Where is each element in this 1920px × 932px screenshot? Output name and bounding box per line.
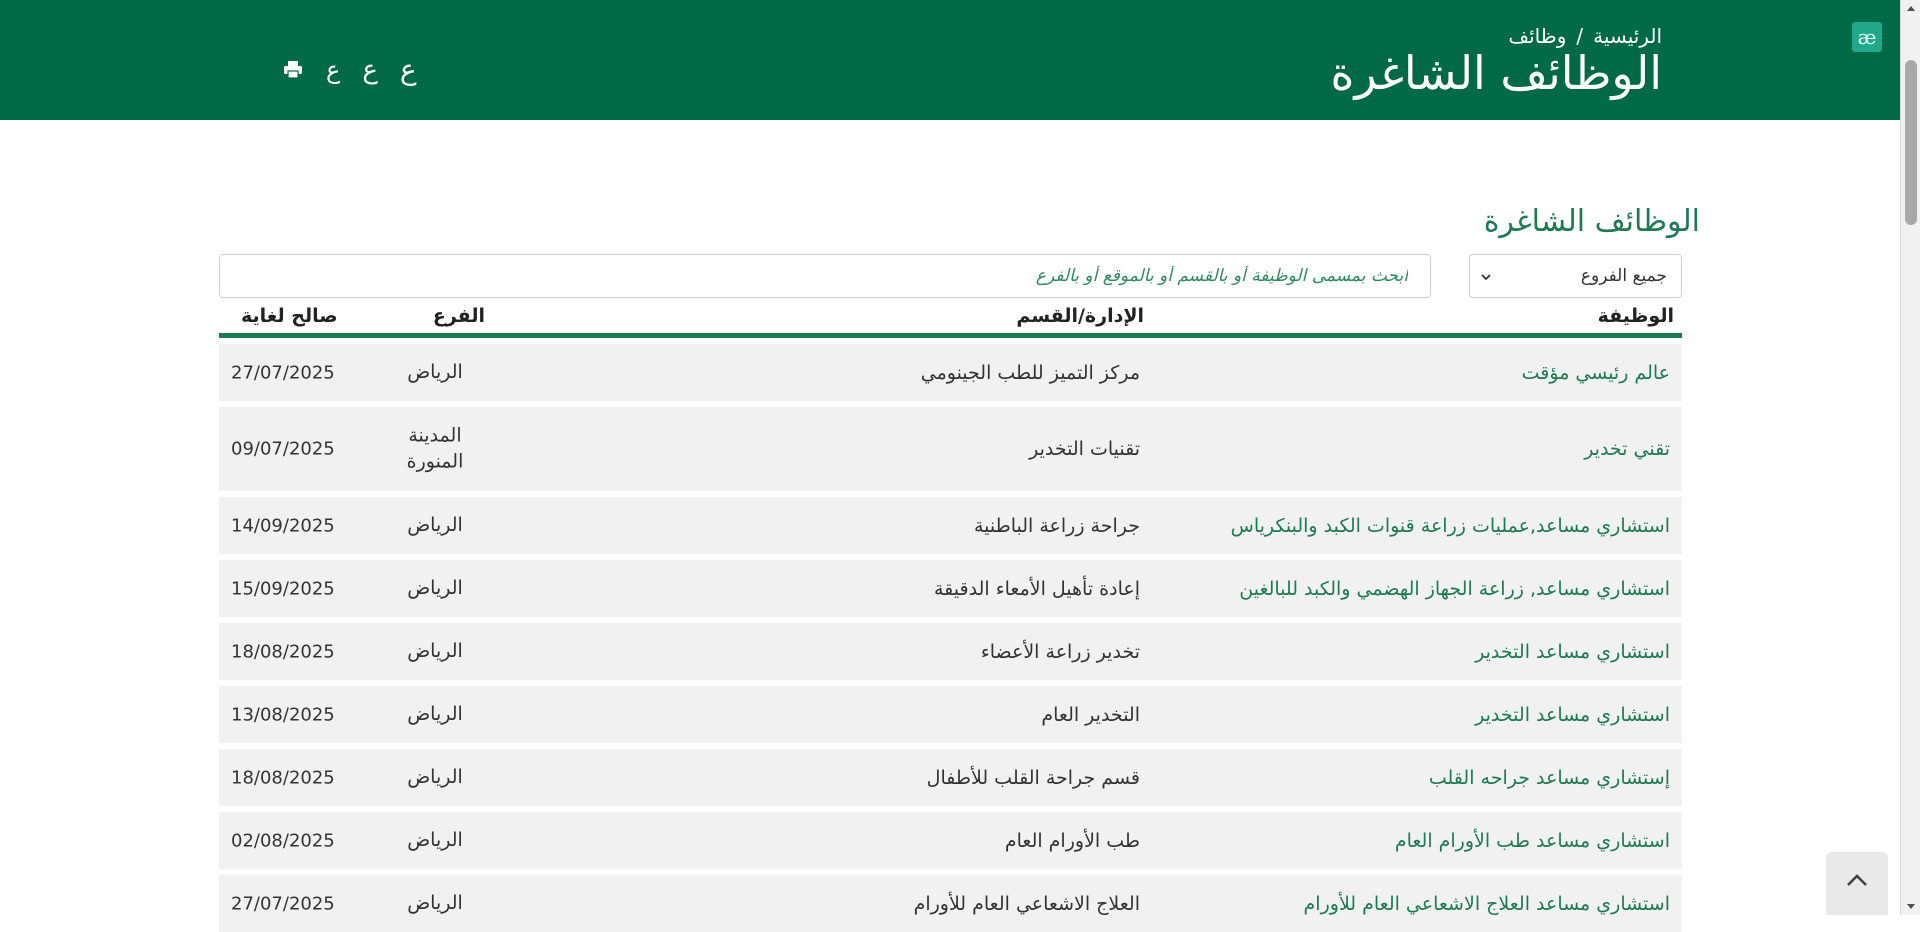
header-valid-until[interactable]: صالح لغاية xyxy=(241,305,338,327)
breadcrumb-home[interactable]: الرئيسية xyxy=(1593,24,1662,48)
table-row[interactable]: استشاري مساعد طب الأورام العام طب الأورا… xyxy=(219,812,1682,869)
valid-until-cell: 18/08/2025 xyxy=(231,767,335,788)
header-department[interactable]: الإدارة/القسم xyxy=(1016,305,1144,327)
branch-cell: المدينة المنورة xyxy=(406,424,464,472)
table-body: عالم رئيسي مؤقت مركز التميز للطب الجينوم… xyxy=(219,344,1682,932)
department-cell: تخدير زراعة الأعضاء xyxy=(980,640,1140,663)
header-branch[interactable]: الفرع xyxy=(433,305,485,327)
valid-until-cell: 18/08/2025 xyxy=(231,641,335,662)
table-row[interactable]: استشاري مساعد التخدير تخدير زراعة الأعضا… xyxy=(219,623,1682,680)
table-row[interactable]: إستشاري مساعد جراحه القلب قسم جراحة القل… xyxy=(219,749,1682,806)
scroll-down-icon[interactable] xyxy=(1907,904,1915,909)
branch-cell: الرياض xyxy=(407,513,463,536)
table-row[interactable]: استشاري مساعد,عمليات زراعة قنوات الكبد و… xyxy=(219,497,1682,554)
job-title-link[interactable]: استشاري مساعد طب الأورام العام xyxy=(1395,830,1670,852)
table-header: الوظيفة الإدارة/القسم الفرع صالح لغاية xyxy=(219,303,1682,338)
branch-cell: الرياض xyxy=(407,576,463,599)
valid-until-cell: 02/08/2025 xyxy=(231,830,335,851)
valid-until-cell: 27/07/2025 xyxy=(231,362,335,383)
branch-cell: الرياض xyxy=(407,891,463,914)
valid-until-cell: 15/09/2025 xyxy=(231,578,335,599)
table-row[interactable]: استشاري مساعد العلاج الاشعاعي العام للأو… xyxy=(219,875,1682,932)
search-input[interactable] xyxy=(219,254,1431,298)
scroll-up-icon[interactable] xyxy=(1907,6,1915,11)
breadcrumb: الرئيسية / وظائف xyxy=(1508,24,1662,48)
jobs-table: الوظيفة الإدارة/القسم الفرع صالح لغاية ع… xyxy=(219,303,1682,932)
branch-cell: الرياض xyxy=(407,765,463,788)
department-cell: جراحة زراعة الباطنية xyxy=(973,514,1140,537)
job-title-link[interactable]: استشاري مساعد التخدير xyxy=(1475,704,1670,726)
font-size-medium-button[interactable]: ع xyxy=(362,57,378,83)
scrollbar-thumb[interactable] xyxy=(1905,60,1917,225)
department-cell: العلاج الاشعاعي العام للأورام xyxy=(913,892,1140,915)
font-size-small-button[interactable]: ع xyxy=(326,58,340,82)
branch-select[interactable]: جميع الفروع xyxy=(1469,254,1682,298)
department-cell: تقنيات التخدير xyxy=(1029,438,1140,460)
job-title-link[interactable]: استشاري مساعد التخدير xyxy=(1475,641,1670,663)
valid-until-cell: 27/07/2025 xyxy=(231,893,335,914)
job-title-link[interactable]: تقني تخدير xyxy=(1584,438,1670,460)
branch-cell: الرياض xyxy=(407,639,463,662)
accessibility-icon[interactable]: æ xyxy=(1852,22,1882,52)
valid-until-cell: 09/07/2025 xyxy=(231,438,335,460)
branch-select-value: جميع الفروع xyxy=(1580,266,1667,286)
header-job[interactable]: الوظيفة xyxy=(1598,305,1674,327)
table-row[interactable]: استشاري مساعد التخدير التخدير العام الري… xyxy=(219,686,1682,743)
page-header: الرئيسية / وظائف الوظائف الشاغرة ع ع ع æ xyxy=(0,0,1900,120)
table-row[interactable]: استشاري مساعد, زراعة الجهاز الهضمي والكب… xyxy=(219,560,1682,617)
department-cell: إعادة تأهيل الأمعاء الدقيقة xyxy=(934,577,1140,600)
valid-until-cell: 13/08/2025 xyxy=(231,704,335,725)
back-to-top-button[interactable] xyxy=(1826,852,1888,915)
job-title-link[interactable]: عالم رئيسي مؤقت xyxy=(1522,362,1670,384)
department-cell: قسم جراحة القلب للأطفال xyxy=(926,766,1140,789)
job-title-link[interactable]: استشاري مساعد, زراعة الجهاز الهضمي والكب… xyxy=(1239,578,1670,600)
chevron-down-icon xyxy=(1481,274,1491,281)
page-scrollbar[interactable] xyxy=(1900,0,1920,915)
department-cell: التخدير العام xyxy=(1041,703,1140,726)
page-title: الوظائف الشاغرة xyxy=(1330,46,1662,100)
breadcrumb-current: وظائف xyxy=(1508,24,1567,48)
table-row[interactable]: تقني تخدير تقنيات التخدير المدينة المنور… xyxy=(219,407,1682,491)
filters-bar: جميع الفروع xyxy=(219,254,1682,298)
chevron-up-icon xyxy=(1847,874,1867,886)
table-row[interactable]: عالم رئيسي مؤقت مركز التميز للطب الجينوم… xyxy=(219,344,1682,401)
branch-cell: الرياض xyxy=(407,702,463,725)
breadcrumb-separator: / xyxy=(1576,24,1584,48)
department-cell: طب الأورام العام xyxy=(1004,829,1140,852)
font-size-large-button[interactable]: ع xyxy=(400,56,417,84)
branch-cell: الرياض xyxy=(407,360,463,383)
section-title: الوظائف الشاغرة xyxy=(1483,204,1700,239)
job-title-link[interactable]: استشاري مساعد العلاج الاشعاعي العام للأو… xyxy=(1304,893,1670,915)
valid-until-cell: 14/09/2025 xyxy=(231,515,335,536)
font-tools: ع ع ع xyxy=(282,56,417,84)
print-icon[interactable] xyxy=(282,59,304,81)
job-title-link[interactable]: إستشاري مساعد جراحه القلب xyxy=(1429,767,1670,789)
department-cell: مركز التميز للطب الجينومي xyxy=(920,361,1140,384)
branch-cell: الرياض xyxy=(407,828,463,851)
job-title-link[interactable]: استشاري مساعد,عمليات زراعة قنوات الكبد و… xyxy=(1231,515,1670,537)
